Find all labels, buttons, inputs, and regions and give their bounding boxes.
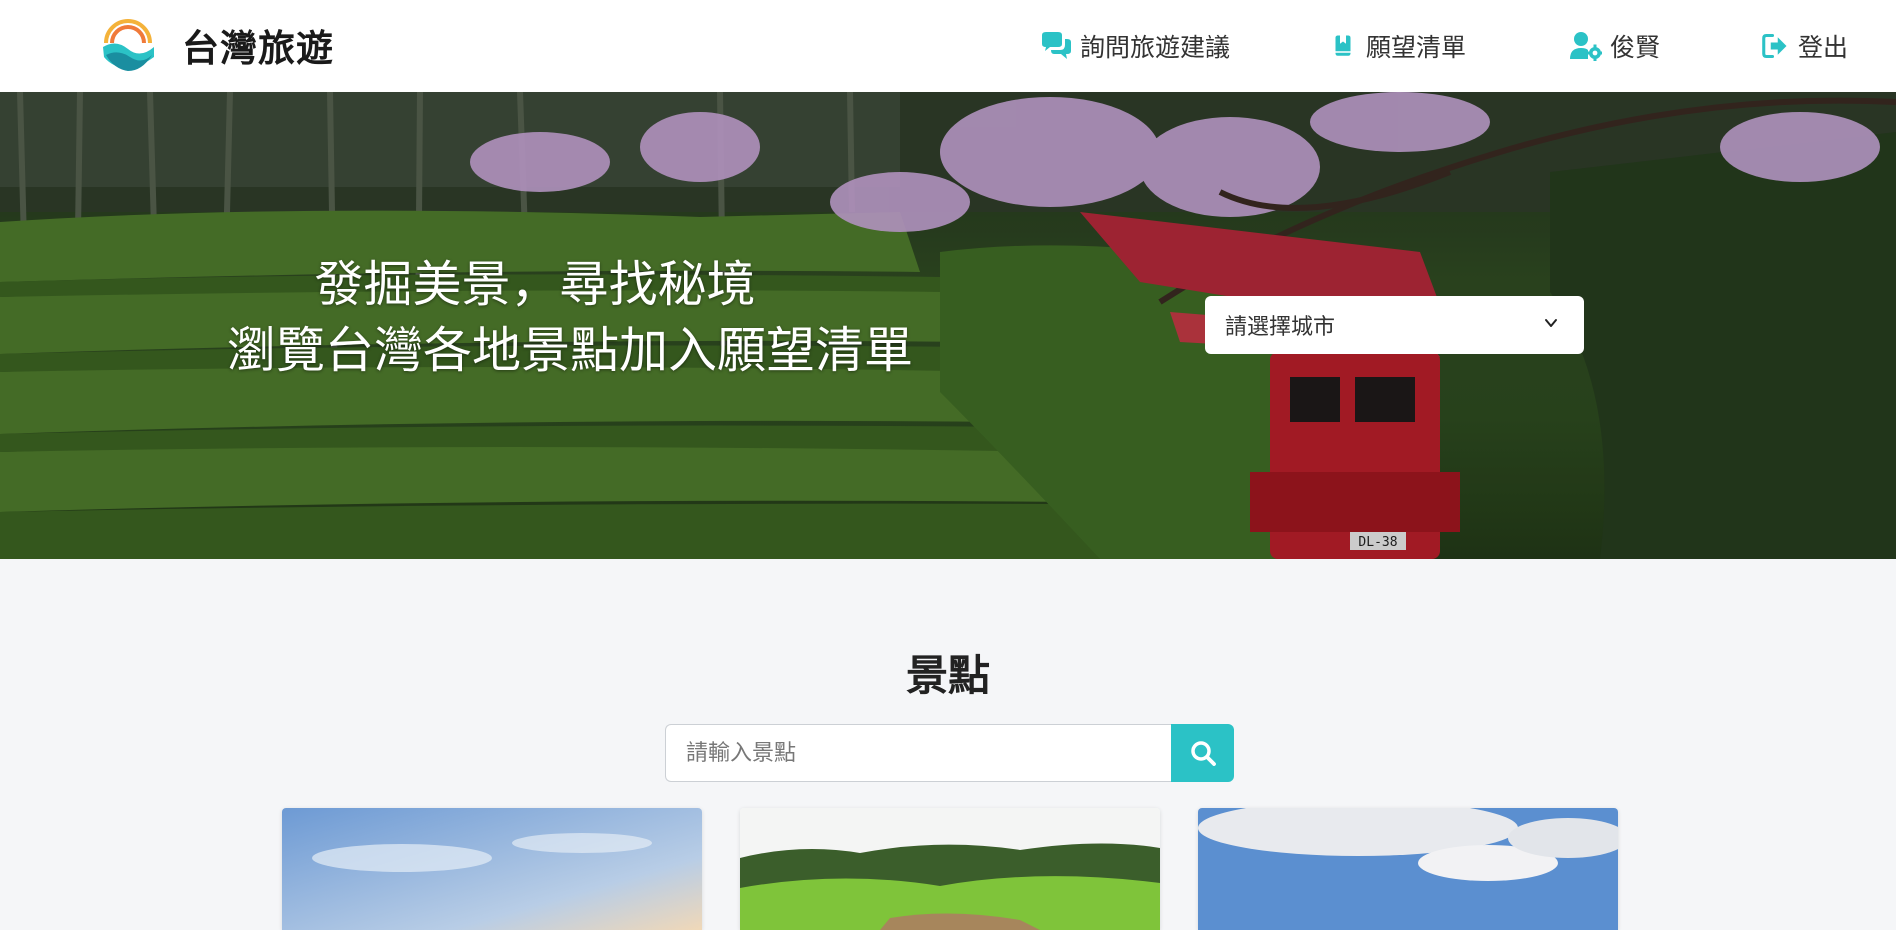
hero-line-1: 發掘美景，尋找秘境 [314,256,756,313]
attraction-card-image [282,808,702,930]
attraction-card-image [740,808,1160,930]
bookmark-book-icon [1335,35,1351,56]
hero-headline: 發掘美景，尋找秘境 瀏覽台灣各地景點加入願望清單 [220,252,920,384]
nav-user-link[interactable]: 俊賢 [1570,28,1660,64]
city-select[interactable]: 請選擇城市 [1205,296,1584,354]
attractions-title: 景點 [905,651,990,700]
sign-out-icon [1762,33,1787,59]
attraction-search-input[interactable] [665,724,1171,782]
comments-icon [1042,32,1071,59]
nav-wishlist-link[interactable]: 願望清單 [1334,28,1466,64]
nav-consult-label: 詢問旅遊建議 [1080,33,1231,62]
hero-line-2: 瀏覽台灣各地景點加入願望清單 [226,322,913,379]
attraction-search [665,724,1234,782]
brand-logo-icon [101,18,155,72]
city-select-value: 請選擇城市 [1225,315,1336,340]
nav-logout-link[interactable]: 登出 [1762,28,1848,64]
user-gear-icon [1570,32,1602,61]
search-icon [1190,741,1216,766]
top-navbar: 台灣旅遊 詢問旅遊建議 願望清單 俊賢 登出 [0,0,1896,92]
attraction-card-image [1198,808,1618,930]
hero-banner: DL-38 發掘美景，尋找秘境 瀏覽台灣各地景點加入願望清單 請選擇城市 [0,92,1896,559]
attraction-card[interactable] [740,808,1160,930]
chevron-down-icon [1545,319,1557,327]
brand-link[interactable]: 台灣旅遊 [100,16,334,74]
nav-wishlist-label: 願望清單 [1366,33,1467,62]
attraction-card[interactable] [1198,808,1618,930]
search-button[interactable] [1171,724,1234,782]
attraction-card[interactable] [282,808,702,930]
nav-logout-label: 登出 [1798,33,1849,62]
brand-title: 台灣旅遊 [182,27,334,70]
nav-user-label: 俊賢 [1610,33,1661,62]
nav-consult-link[interactable]: 詢問旅遊建議 [1040,28,1230,64]
